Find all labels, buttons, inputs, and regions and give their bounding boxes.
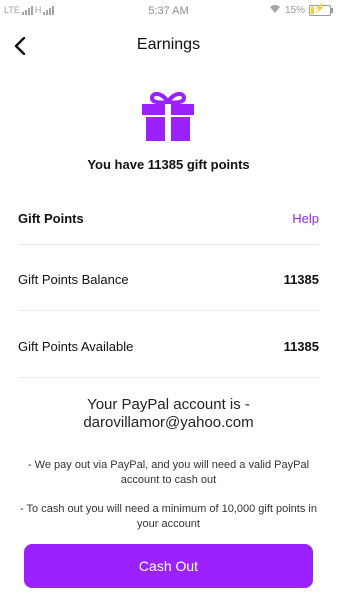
- available-value: 11385: [283, 339, 319, 354]
- divider: [18, 244, 319, 245]
- page-title: Earnings: [136, 36, 201, 53]
- app-header: Earnings: [0, 24, 337, 68]
- cash-out-button[interactable]: Cash Out: [24, 544, 313, 588]
- balance-value: 11385: [283, 272, 319, 287]
- paypal-email: darovillamor@yahoo.com: [83, 414, 254, 431]
- earnings-screen: LTE H 5:37 AM 15% ⚡ Earnings You have 11…: [0, 0, 337, 600]
- points-summary: You have 11385 gift points: [87, 157, 250, 172]
- payout-note: - We pay out via PayPal, and you will ne…: [27, 459, 310, 486]
- battery-percent: 15%: [284, 5, 305, 16]
- battery-icon: ⚡: [309, 3, 333, 16]
- help-link[interactable]: Help: [292, 211, 319, 226]
- paypal-account-label: Your PayPal account is -: [87, 396, 250, 413]
- minimum-note: - To cash out you will need a minimum of…: [20, 503, 317, 530]
- divider: [18, 310, 319, 311]
- status-bar: LTE H 5:37 AM 15% ⚡: [0, 0, 337, 24]
- available-label: Gift Points Available: [18, 339, 134, 354]
- system-indicators: 15% ⚡: [269, 3, 333, 17]
- section-title: Gift Points: [18, 211, 84, 226]
- divider: [18, 377, 319, 378]
- wifi-icon: [269, 4, 281, 17]
- balance-label: Gift Points Balance: [18, 272, 129, 287]
- gift-icon: [140, 90, 196, 142]
